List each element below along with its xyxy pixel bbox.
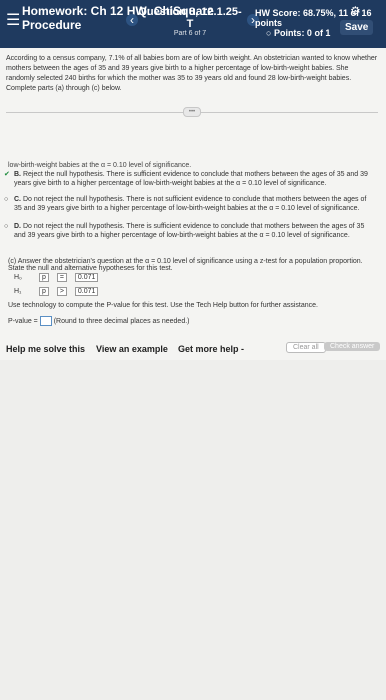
option-b[interactable]: ✔ B. Reject the null hypothesis. There i… — [4, 170, 369, 188]
expand-button[interactable]: ••• — [183, 107, 201, 117]
view-example-button[interactable]: View an example — [96, 344, 168, 354]
alternative-hypothesis: H₁ p > 0.071 — [14, 287, 101, 296]
save-button[interactable]: Save — [340, 20, 374, 35]
h0-parameter[interactable]: p — [38, 273, 49, 282]
problem-text: According to a census company, 7.1% of a… — [6, 55, 378, 92]
hamburger-icon[interactable]: ☰ — [6, 10, 20, 30]
points-label: ○ Points: 0 of 1 — [266, 28, 331, 38]
radio-icon[interactable]: ○ — [4, 195, 8, 204]
part-label: Part 6 of 7 — [173, 30, 207, 37]
h0-value[interactable]: 0.071 — [74, 273, 99, 282]
gear-icon[interactable]: ⚙ — [350, 4, 361, 18]
p-value-input[interactable] — [39, 316, 52, 326]
h1-value[interactable]: 0.071 — [74, 287, 99, 296]
bottom-bar: Help me solve this View an example Get m… — [0, 338, 386, 360]
check-answer-button[interactable]: Check answer — [324, 342, 381, 351]
radio-icon[interactable]: ○ — [4, 222, 8, 231]
help-me-solve-button[interactable]: Help me solve this — [6, 344, 85, 354]
check-icon: ✔ — [4, 171, 10, 178]
p-value-row: P-value = (Round to three decimal places… — [8, 316, 190, 326]
tech-instruction: Use technology to compute the P-value fo… — [8, 302, 318, 309]
previous-text: low-birth-weight babies at the α = 0.10 … — [8, 162, 192, 169]
clear-all-button[interactable]: Clear all — [286, 342, 326, 353]
null-hypothesis: H₀ p = 0.071 — [14, 273, 101, 282]
h1-parameter[interactable]: p — [38, 287, 49, 296]
option-c[interactable]: ○ C. Do not reject the null hypothesis. … — [4, 195, 369, 213]
get-more-help-button[interactable]: Get more help - — [178, 344, 244, 354]
part-c-prompt: (c) Answer the obstetrician's question a… — [8, 258, 363, 272]
top-bar: ☰ Homework: Ch 12 HW: ChiSquare Procedur… — [0, 0, 386, 48]
question-nav: Question 8, 12.1.25-T Part 6 of 7 — [135, 6, 245, 37]
h1-operator[interactable]: > — [56, 287, 67, 296]
question-label: Question 8, 12.1.25-T — [138, 6, 242, 30]
h0-operator[interactable]: = — [56, 273, 67, 282]
blank-area — [0, 360, 386, 700]
option-d[interactable]: ○ D. Do not reject the null hypothesis. … — [4, 222, 369, 240]
